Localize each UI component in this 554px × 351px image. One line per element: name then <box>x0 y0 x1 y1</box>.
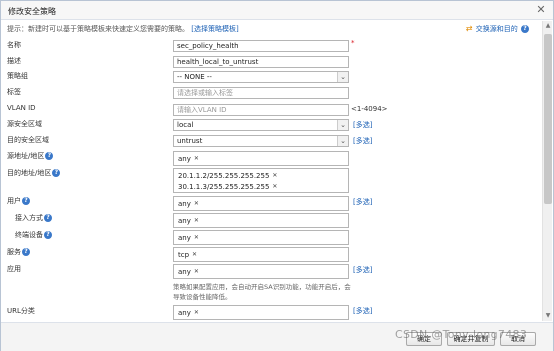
description-input[interactable]: health_local_to_untrust <box>173 56 349 68</box>
name-input[interactable]: sec_policy_health <box>173 40 349 52</box>
service-label-text: 服务 <box>7 248 21 256</box>
terminal-box[interactable]: any ✕ <box>173 230 349 245</box>
src-addr-label-text: 源地址/地区 <box>7 152 45 160</box>
policy-group-label: 策略组 <box>7 72 28 80</box>
tag-chip: any ✕ <box>176 267 201 276</box>
swap-src-dst-link[interactable]: ⇄ 交换源和目的 ? <box>466 24 529 34</box>
chevron-down-icon[interactable]: ⌄ <box>337 136 348 146</box>
help-icon[interactable]: ? <box>521 25 529 33</box>
tag-text: 30.1.1.3/255.255.255.255 <box>178 182 270 191</box>
terminal-label-text: 终端设备 <box>15 231 43 239</box>
dialog-titlebar: 修改安全策略 ✕ <box>1 1 553 20</box>
help-icon[interactable]: ? <box>45 152 54 160</box>
dst-zone-select[interactable]: untrust ⌄ <box>173 135 349 147</box>
help-icon[interactable]: ? <box>22 197 30 205</box>
tag-chip: any ✕ <box>176 308 201 317</box>
remove-icon[interactable]: ✕ <box>192 251 197 258</box>
vlan-input[interactable]: 请输入VLAN ID <box>173 104 349 116</box>
scrollbar-thumb[interactable] <box>544 34 552 204</box>
chevron-down-icon[interactable]: ⌄ <box>337 72 348 82</box>
tag-chip: any ✕ <box>176 154 201 163</box>
src-zone-label: 源安全区域 <box>7 120 42 128</box>
tag-text: any <box>178 308 191 317</box>
dst-addr-box[interactable]: 20.1.1.2/255.255.255.255 ✕ 30.1.1.3/255.2… <box>173 168 349 193</box>
vlan-range-hint: <1-4094> <box>351 105 388 113</box>
tag-chip: any ✕ <box>176 216 201 225</box>
src-zone-multi-select[interactable]: [多选] <box>353 120 372 130</box>
tag-chip: 30.1.1.3/255.255.255.255 ✕ <box>176 182 346 191</box>
name-label: 名称 <box>7 41 21 49</box>
chevron-down-icon[interactable]: ⌄ <box>337 120 348 130</box>
swap-icon: ⇄ <box>465 24 473 33</box>
tag-label: 标签 <box>7 88 21 96</box>
hint-message: 提示：新建时可以基于策略模板来快速定义您需要的策略。 <box>7 25 189 33</box>
terminal-label: 终端设备? <box>15 230 52 240</box>
user-box[interactable]: any ✕ <box>173 196 349 211</box>
vlan-label: VLAN ID <box>7 104 36 112</box>
edit-security-policy-dialog: 修改安全策略 ✕ 提示：新建时可以基于策略模板来快速定义您需要的策略。 [选择策… <box>0 0 554 351</box>
help-icon[interactable]: ? <box>44 214 52 222</box>
remove-icon[interactable]: ✕ <box>272 172 277 179</box>
required-mark: * <box>351 39 355 47</box>
tag-text: any <box>178 199 191 208</box>
remove-icon[interactable]: ✕ <box>194 268 199 275</box>
dialog-title: 修改安全策略 <box>8 7 56 16</box>
help-icon[interactable]: ? <box>44 231 52 239</box>
remove-icon[interactable]: ✕ <box>194 309 199 316</box>
remove-icon[interactable]: ✕ <box>194 217 199 224</box>
service-box[interactable]: tcp ✕ <box>173 247 349 262</box>
tag-chip: any ✕ <box>176 199 201 208</box>
tag-text: any <box>178 267 191 276</box>
remove-icon[interactable]: ✕ <box>194 155 199 162</box>
remove-icon[interactable]: ✕ <box>194 200 199 207</box>
select-template-link[interactable]: [选择策略模板] <box>191 25 238 33</box>
vertical-scrollbar[interactable]: ▲ ▼ <box>542 21 552 321</box>
watermark: CSDN @Tony-long7483 <box>395 328 528 341</box>
src-zone-select[interactable]: local ⌄ <box>173 119 349 131</box>
tag-chip: 20.1.1.2/255.255.255.255 ✕ <box>176 171 346 180</box>
service-label: 服务? <box>7 247 30 257</box>
help-icon[interactable]: ? <box>22 248 30 256</box>
remove-icon[interactable]: ✕ <box>194 234 199 241</box>
policy-group-select[interactable]: -- NONE -- ⌄ <box>173 71 349 83</box>
access-mode-label-text: 接入方式 <box>15 214 43 222</box>
application-multi-select[interactable]: [多选] <box>353 265 372 275</box>
user-multi-select[interactable]: [多选] <box>353 197 372 207</box>
url-category-box[interactable]: any ✕ <box>173 305 349 320</box>
tag-input[interactable]: 请选择或输入标签 <box>173 87 349 99</box>
access-mode-label: 接入方式? <box>15 213 52 223</box>
tag-text: 20.1.1.2/255.255.255.255 <box>178 171 270 180</box>
tag-text: any <box>178 216 191 225</box>
tag-chip: any ✕ <box>176 233 201 242</box>
tag-chip: tcp ✕ <box>176 250 199 259</box>
policy-group-value: -- NONE -- <box>177 73 212 81</box>
tag-text: tcp <box>178 250 190 259</box>
description-label: 描述 <box>7 57 21 65</box>
access-mode-box[interactable]: any ✕ <box>173 213 349 228</box>
close-icon[interactable]: ✕ <box>535 4 547 16</box>
tag-text: any <box>178 233 191 242</box>
user-label-text: 用户 <box>7 197 21 205</box>
url-category-multi-select[interactable]: [多选] <box>353 306 372 316</box>
url-category-label: URL分类 <box>7 307 35 315</box>
remove-icon[interactable]: ✕ <box>272 183 277 190</box>
application-box[interactable]: any ✕ <box>173 264 349 279</box>
src-zone-value: local <box>177 121 194 129</box>
help-icon[interactable]: ? <box>52 169 61 177</box>
application-note: 策略如果配置应用，会自动开启SA识别功能，功能开启后，会导致设备性能降低。 <box>173 283 351 301</box>
hint-text: 提示：新建时可以基于策略模板来快速定义您需要的策略。 [选择策略模板] <box>7 24 239 34</box>
swap-label: 交换源和目的 <box>475 25 518 33</box>
dst-zone-label: 目的安全区域 <box>7 136 49 144</box>
src-addr-label: 源地址/地区? <box>7 151 54 161</box>
tag-text: any <box>178 154 191 163</box>
dst-zone-value: untrust <box>177 137 203 145</box>
scroll-up-icon[interactable]: ▲ <box>543 21 553 31</box>
scroll-down-icon[interactable]: ▼ <box>543 311 553 321</box>
application-label: 应用 <box>7 265 21 273</box>
dst-addr-label: 目的地址/地区? <box>7 168 61 178</box>
src-addr-box[interactable]: any ✕ <box>173 151 349 166</box>
dst-zone-multi-select[interactable]: [多选] <box>353 136 372 146</box>
user-label: 用户? <box>7 196 30 206</box>
dst-addr-label-text: 目的地址/地区 <box>7 169 52 177</box>
